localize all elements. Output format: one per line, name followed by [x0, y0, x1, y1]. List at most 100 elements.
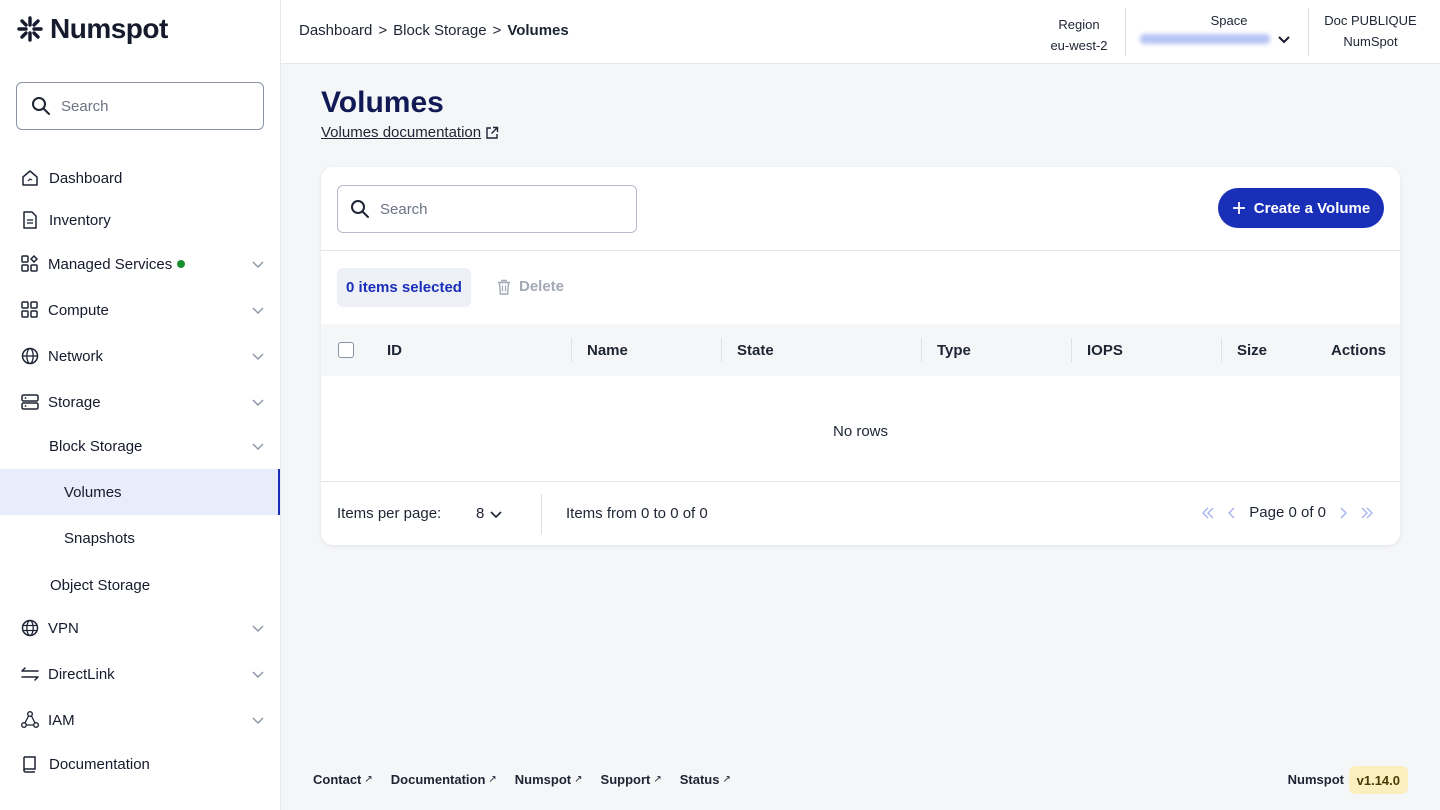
volumes-table-card: Create a Volume 0 items selected Delete …: [321, 167, 1400, 545]
chevron-down-icon: [252, 671, 264, 678]
chevron-down-icon: [1278, 36, 1290, 44]
chevron-left-icon: [1228, 507, 1235, 518]
divider: [1125, 8, 1126, 56]
previous-page-button[interactable]: [1225, 506, 1239, 520]
version-badge: v1.14.0: [1348, 766, 1408, 794]
next-page-button[interactable]: [1336, 506, 1350, 520]
chevron-down-icon: [490, 510, 502, 518]
status-dot: [177, 259, 186, 268]
chevron-down-icon: [252, 399, 264, 406]
compute-icon: [21, 301, 38, 318]
document-icon: [23, 211, 37, 229]
chevron-down-icon: [252, 261, 264, 268]
home-icon: [22, 170, 38, 186]
sidebar-item-object-storage[interactable]: Object Storage: [0, 562, 280, 608]
numspot-logo[interactable]: Numspot: [16, 12, 168, 46]
column-header-iops[interactable]: IOPS: [1087, 342, 1123, 359]
footer-link-status[interactable]: Status ↗: [680, 772, 731, 787]
column-separator[interactable]: [921, 338, 922, 362]
column-separator[interactable]: [1071, 338, 1072, 362]
sidebar-item-label: Documentation: [49, 755, 150, 773]
sidebar-item-dashboard[interactable]: Dashboard: [0, 155, 280, 201]
page-title: Volumes: [321, 86, 444, 119]
breadcrumb-block-storage[interactable]: Block Storage: [393, 22, 486, 39]
pager: Page 0 of 0: [1201, 504, 1374, 521]
footer-link-label: Documentation: [390, 772, 486, 787]
numspot-logo-icon: [17, 16, 43, 42]
column-header-type[interactable]: Type: [937, 342, 971, 359]
external-arrow-icon: ↗: [653, 774, 662, 785]
sidebar-item-label: Managed Services: [48, 255, 173, 273]
sidebar-item-compute[interactable]: Compute: [0, 287, 280, 333]
arrows-exchange-icon: [21, 667, 39, 681]
volumes-documentation-link[interactable]: Volumes documentation: [321, 124, 499, 141]
sidebar-item-block-storage[interactable]: Block Storage: [0, 423, 280, 469]
column-separator[interactable]: [571, 338, 572, 362]
footer-link-support[interactable]: Support ↗: [601, 772, 662, 787]
region-label: Region: [1058, 17, 1100, 32]
sidebar-item-volumes[interactable]: Volumes: [0, 469, 280, 515]
external-arrow-icon: ↗: [488, 774, 497, 785]
sidebar-item-label: Snapshots: [64, 529, 135, 547]
space-label: Space: [1210, 13, 1248, 28]
column-separator[interactable]: [1221, 338, 1222, 362]
sidebar-item-label: Inventory: [49, 211, 111, 229]
breadcrumb-dashboard[interactable]: Dashboard: [299, 22, 372, 39]
footer-link-contact[interactable]: Contact ↗: [313, 772, 373, 787]
sidebar-item-vpn[interactable]: VPN: [0, 605, 280, 651]
table-pagination: Items per page: 8 Items from 0 to 0 of 0…: [321, 481, 1400, 545]
space-selector[interactable]: Space: [1139, 12, 1291, 45]
table-search[interactable]: [337, 185, 637, 233]
delete-label: Delete: [519, 278, 565, 295]
footer-link-documentation[interactable]: Documentation ↗: [391, 772, 497, 787]
first-page-button[interactable]: [1201, 506, 1215, 520]
column-header-id[interactable]: ID: [387, 342, 402, 359]
page-indicator: Page 0 of 0: [1249, 504, 1326, 521]
sidebar-item-label: VPN: [48, 619, 79, 637]
search-icon: [351, 200, 369, 218]
region-selector[interactable]: Region eu-west-2: [1044, 16, 1114, 55]
table-header: ID Name State Type IOPS Size Actions: [321, 324, 1400, 376]
sidebar-item-iam[interactable]: IAM: [0, 697, 280, 743]
storage-icon: [21, 394, 39, 410]
breadcrumb-current: Volumes: [507, 22, 569, 39]
footer-link-numspot[interactable]: Numspot ↗: [515, 772, 583, 787]
footer-link-label: Contact: [313, 772, 362, 787]
column-header-state[interactable]: State: [737, 342, 774, 359]
doc-link-label: Volumes documentation: [321, 124, 482, 141]
footer-link-label: Support: [600, 772, 651, 787]
table-search-input[interactable]: [380, 200, 560, 218]
sidebar-item-network[interactable]: Network: [0, 333, 280, 379]
chevron-right-icon: [1340, 507, 1347, 518]
select-all-checkbox[interactable]: [338, 342, 354, 358]
column-separator[interactable]: [721, 338, 722, 362]
sidebar-item-label: Block Storage: [49, 437, 143, 455]
column-header-size[interactable]: Size: [1237, 342, 1267, 359]
empty-table-message: No rows: [832, 423, 888, 440]
external-arrow-icon: ↗: [722, 774, 731, 785]
delete-button[interactable]: Delete: [497, 278, 564, 295]
sidebar-item-inventory[interactable]: Inventory: [0, 197, 280, 243]
footer-link-label: Numspot: [514, 772, 572, 787]
sidebar-item-directlink[interactable]: DirectLink: [0, 651, 280, 697]
sidebar-item-documentation[interactable]: Documentation: [0, 741, 280, 787]
column-header-name[interactable]: Name: [587, 342, 628, 359]
services-grid-icon: [21, 254, 39, 272]
sidebar-item-label: Object Storage: [50, 576, 151, 594]
chevrons-right-icon: [1361, 507, 1373, 518]
sidebar: Numspot Dashboard Inventory Managed Serv…: [0, 0, 281, 810]
sidebar-item-storage[interactable]: Storage: [0, 379, 280, 425]
sidebar-search[interactable]: [16, 82, 264, 130]
chevron-down-icon: [252, 625, 264, 632]
organization-selector[interactable]: Doc PUBLIQUE NumSpot: [1321, 12, 1420, 51]
create-volume-button[interactable]: Create a Volume: [1218, 188, 1384, 228]
brand-name: Numspot: [50, 13, 168, 44]
sidebar-item-managed-services[interactable]: Managed Services: [0, 241, 280, 287]
items-per-page-select[interactable]: 8: [476, 505, 502, 522]
last-page-button[interactable]: [1360, 506, 1374, 520]
divider: [541, 494, 542, 534]
sidebar-search-input[interactable]: [61, 97, 241, 115]
external-link-icon: [486, 126, 499, 139]
sidebar-item-snapshots[interactable]: Snapshots: [0, 515, 280, 561]
footer-brand: Numspot: [1287, 772, 1344, 787]
